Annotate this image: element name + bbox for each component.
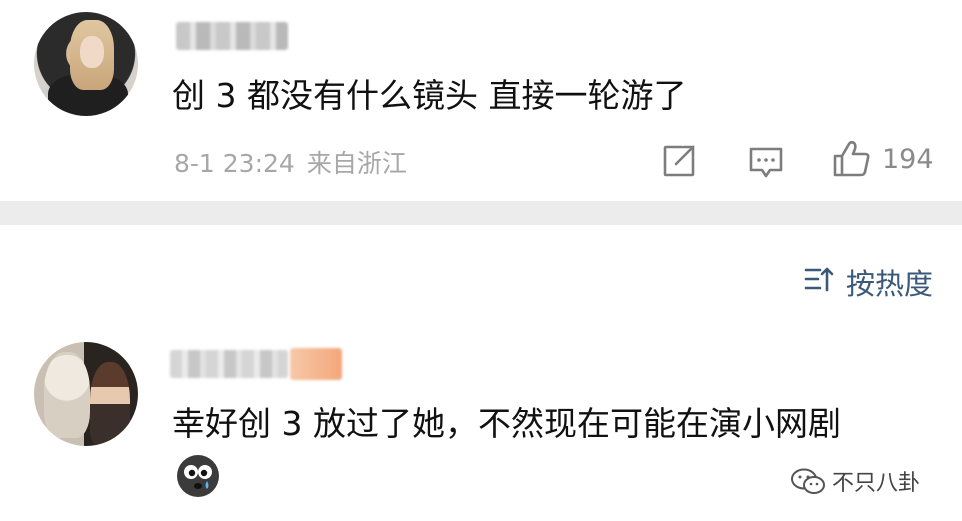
share-icon[interactable] — [662, 144, 696, 178]
watermark-text: 不只八卦 — [832, 471, 921, 496]
username-blurred[interactable] — [176, 22, 288, 50]
comment-text: 幸好创 3 放过了她，不然现在可能在演小网剧 — [172, 404, 841, 443]
sort-by-heat-button[interactable]: 按热度 — [846, 261, 933, 303]
user-badge-blurred — [290, 348, 342, 380]
avatar[interactable] — [34, 342, 138, 446]
comment-location: 来自浙江 — [306, 149, 407, 178]
like-count: 194 — [882, 144, 934, 175]
section-divider — [0, 201, 962, 225]
sort-icon[interactable] — [804, 266, 834, 292]
comment-date: 8-1 23:24 — [174, 149, 295, 178]
comment-text: 创 3 都没有什么镜头 直接一轮游了 — [172, 76, 687, 115]
wechat-icon — [791, 468, 825, 494]
comment-bubble-icon[interactable] — [748, 146, 784, 180]
avatar-statue — [44, 352, 90, 438]
comment-meta: 8-1 23:24 来自浙江 — [174, 144, 407, 180]
thumbs-up-icon[interactable] — [832, 140, 872, 178]
weibo-comment-page: 创 3 都没有什么镜头 直接一轮游了 8-1 23:24 来自浙江 194 按热… — [0, 0, 962, 521]
crying-face-emoji — [177, 455, 219, 497]
avatar-person — [90, 362, 130, 446]
avatar-face — [80, 36, 104, 68]
watermark: 不只八卦 — [790, 464, 920, 498]
comment-item: 创 3 都没有什么镜头 直接一轮游了 8-1 23:24 来自浙江 194 — [0, 0, 962, 200]
username-blurred[interactable] — [170, 350, 288, 378]
avatar[interactable] — [34, 12, 138, 116]
